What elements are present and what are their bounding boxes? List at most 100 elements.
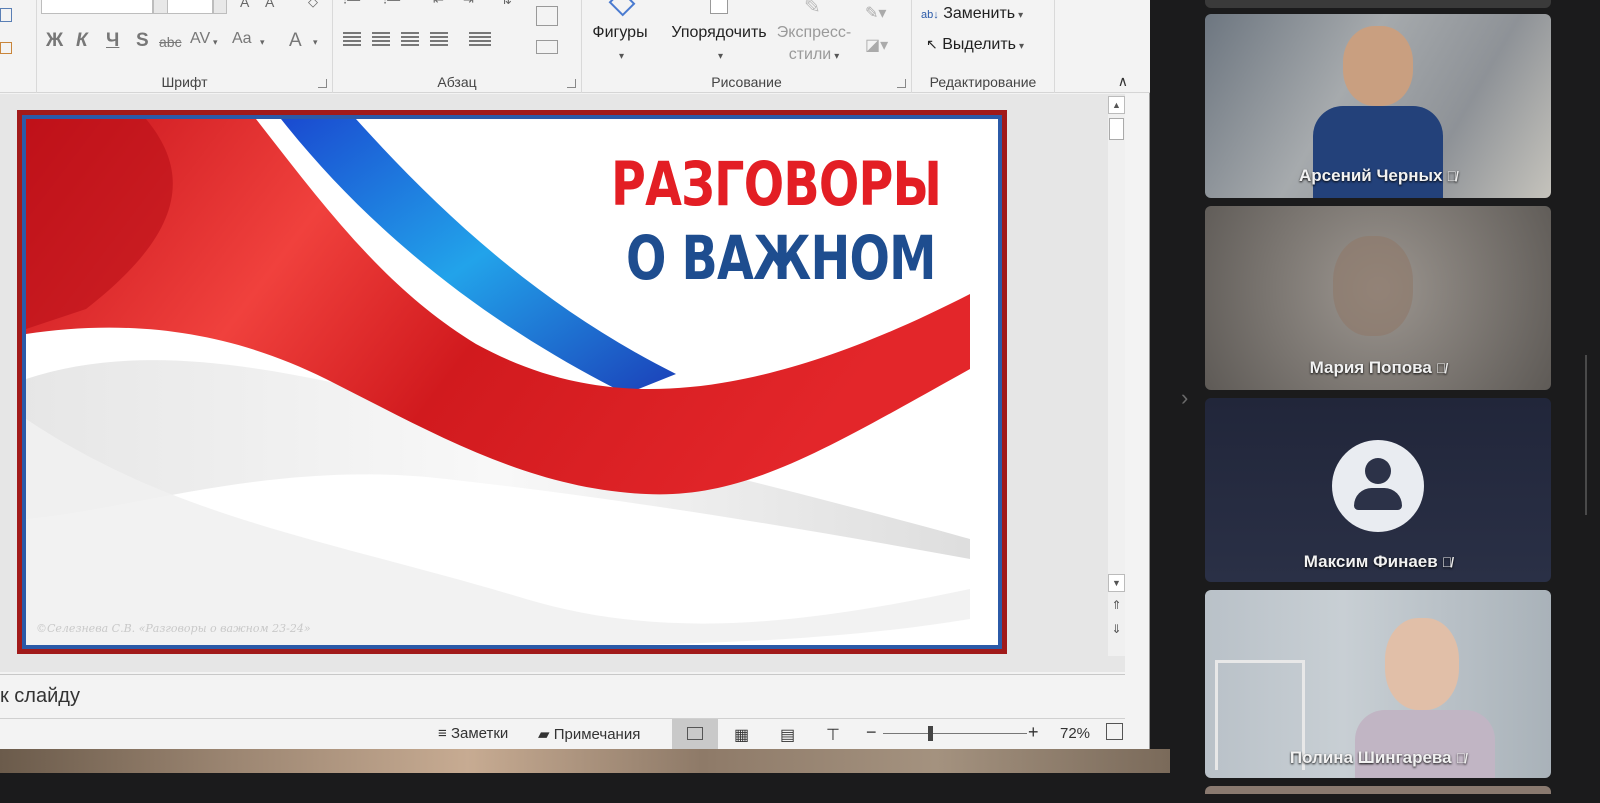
slides-group (0, 0, 37, 93)
panel-scrollbar[interactable] (1585, 355, 1587, 515)
shape-fill-icon[interactable]: ✎▾ (865, 3, 886, 23)
arrange-button[interactable]: Упорядочить ▾ (665, 22, 773, 68)
chevron-down-icon: ▾ (1018, 10, 1024, 21)
previous-slide-icon[interactable]: ⇑ (1108, 598, 1125, 612)
collapse-ribbon-icon[interactable]: ∧ (1118, 73, 1128, 90)
shape-outline-icon[interactable]: ◪▾ (865, 35, 888, 55)
normal-view-button[interactable] (672, 719, 718, 749)
clear-format-icon[interactable]: ◇ (308, 0, 318, 10)
align-center-icon[interactable] (372, 32, 390, 47)
notes-placeholder: к слайду (0, 685, 80, 707)
participant-name: Мария Попова (1309, 358, 1432, 377)
participant-tile[interactable]: Мария Попова 🎙̸ (1205, 206, 1551, 390)
font-size-dropdown[interactable] (213, 0, 227, 14)
slide-sorter-icon[interactable]: ▦ (734, 725, 749, 745)
next-slide-icon[interactable]: ⇓ (1108, 622, 1125, 636)
avatar-head (1365, 458, 1391, 484)
reading-view-icon[interactable]: ▤ (780, 725, 795, 745)
increase-indent-icon[interactable]: ⇥ (463, 0, 474, 8)
grow-font-icon[interactable]: A (240, 0, 249, 10)
shadow-button[interactable]: S (136, 30, 149, 52)
numbering-icon[interactable]: ⁝— (383, 0, 400, 8)
mic-off-icon: 🎙̸ (1441, 554, 1453, 570)
change-case-button[interactable]: Aa (232, 30, 252, 48)
slide-credit: ©Селезнева С.В. «Разговоры о важном 23-2… (36, 622, 311, 635)
replace-label: Заменить (943, 5, 1016, 22)
participant-name: Арсений Черных (1299, 166, 1443, 185)
zoom-out-button[interactable]: − (866, 722, 877, 743)
participant-name-tag: Полина Шингарева 🎙̸ (1205, 748, 1551, 768)
line-spacing-icon[interactable]: ⇅ (501, 0, 512, 8)
replace-button[interactable]: ab↓ Заменить ▾ (921, 5, 1023, 23)
scroll-thumb[interactable] (1109, 118, 1124, 140)
chevron-down-icon: ▾ (618, 51, 625, 62)
shrink-font-icon[interactable]: A (265, 0, 274, 10)
participant-name: Полина Шингарева (1289, 748, 1452, 767)
chevron-down-icon: ▾ (834, 51, 840, 62)
scroll-up-button[interactable]: ▲ (1108, 96, 1125, 114)
comments-button-label: Примечания (553, 726, 641, 743)
paragraph-dialog-launcher[interactable] (567, 79, 576, 88)
bullets-icon[interactable]: ⁝— (343, 0, 360, 8)
slideshow-icon[interactable]: ⊤ (826, 725, 840, 745)
comments-button[interactable]: ▰ Примечания (538, 725, 640, 743)
shapes-button[interactable]: Фигуры ▾ (586, 22, 654, 68)
vertical-scrollbar[interactable]: ▲ ▼ (1108, 96, 1125, 656)
quick-styles-button[interactable]: Экспресс- стили ▾ (775, 22, 853, 68)
font-size-input[interactable] (167, 0, 213, 14)
quick-styles-label-1: Экспресс- (776, 24, 852, 41)
zoom-slider-track[interactable] (883, 733, 1027, 734)
select-button[interactable]: ↖ Выделить ▾ (926, 36, 1024, 54)
bold-button[interactable]: Ж (46, 30, 63, 52)
user-avatar-icon (1332, 440, 1424, 532)
drawing-dialog-launcher[interactable] (897, 79, 906, 88)
shapes-label: Фигуры (592, 24, 648, 41)
text-direction-icon[interactable] (536, 6, 558, 26)
slide-canvas: РАЗГОВОРЫ О ВАЖНОМ ©Селезнева С.В. «Разг… (0, 94, 1125, 672)
underline-button[interactable]: Ч (106, 30, 119, 52)
scroll-down-button[interactable]: ▼ (1108, 574, 1125, 592)
chevron-down-icon[interactable]: ▾ (313, 37, 318, 48)
strikethrough-button[interactable]: abc (159, 34, 182, 50)
chevron-right-icon[interactable]: › (1181, 385, 1188, 411)
chevron-down-icon[interactable]: ▾ (213, 37, 218, 48)
font-dialog-launcher[interactable] (318, 79, 327, 88)
quick-styles-icon: ✎ (804, 0, 821, 18)
italic-button[interactable]: К (76, 30, 88, 52)
powerpoint-window: A A ◇ Ж К Ч S abc AV ▾ Aa ▾ A ▾ Шрифт ⁝— (0, 0, 1150, 765)
slide[interactable]: РАЗГОВОРЫ О ВАЖНОМ ©Селезнева С.В. «Разг… (17, 110, 1007, 654)
zoom-slider-thumb[interactable] (928, 726, 933, 741)
font-name-input[interactable] (41, 0, 153, 14)
decrease-indent-icon[interactable]: ⇤ (433, 0, 444, 8)
fit-to-window-icon[interactable] (1106, 723, 1123, 740)
slide-title-line1: РАЗГОВОРЫ (611, 149, 942, 220)
participant-name: Максим Финаев (1303, 552, 1438, 571)
zoom-in-button[interactable]: + (1028, 722, 1039, 743)
char-spacing-button[interactable]: AV (190, 30, 210, 48)
align-text-icon[interactable] (536, 40, 558, 54)
editing-group: ab↓ Заменить ▾ ↖ Выделить ▾ Редактирование (912, 0, 1055, 93)
zoom-level[interactable]: 72% (1060, 725, 1090, 742)
select-label: Выделить (942, 36, 1016, 53)
justify-icon[interactable] (430, 32, 448, 47)
participant-tile[interactable]: Полина Шингарева 🎙̸ (1205, 590, 1551, 778)
participant-video (1385, 618, 1459, 710)
participant-tile[interactable]: Максим Финаев 🎙̸ (1205, 398, 1551, 582)
columns-icon[interactable] (469, 32, 491, 47)
notes-pane[interactable]: к слайду (0, 674, 1125, 718)
align-right-icon[interactable] (401, 32, 419, 47)
chevron-down-icon[interactable]: ▾ (260, 37, 265, 48)
mic-off-icon: 🎙̸ (1446, 168, 1458, 184)
notes-button[interactable]: ≡ Заметки (438, 725, 508, 742)
drawing-group: Фигуры ▾ Упорядочить ▾ ✎ Экспресс- стили ▾ … (582, 0, 912, 93)
participant-name-tag: Арсений Черных 🎙̸ (1205, 166, 1551, 186)
participant-video (1333, 236, 1413, 336)
notes-icon: ≡ (438, 725, 447, 742)
font-color-button[interactable]: A (289, 30, 302, 52)
shapes-icon (608, 0, 636, 17)
chevron-down-icon: ▾ (1019, 41, 1025, 52)
participant-tile-partial (1205, 0, 1551, 8)
participant-tile[interactable]: Арсений Черных 🎙̸ (1205, 14, 1551, 198)
align-left-icon[interactable] (343, 32, 361, 47)
notes-button-label: Заметки (450, 725, 509, 742)
